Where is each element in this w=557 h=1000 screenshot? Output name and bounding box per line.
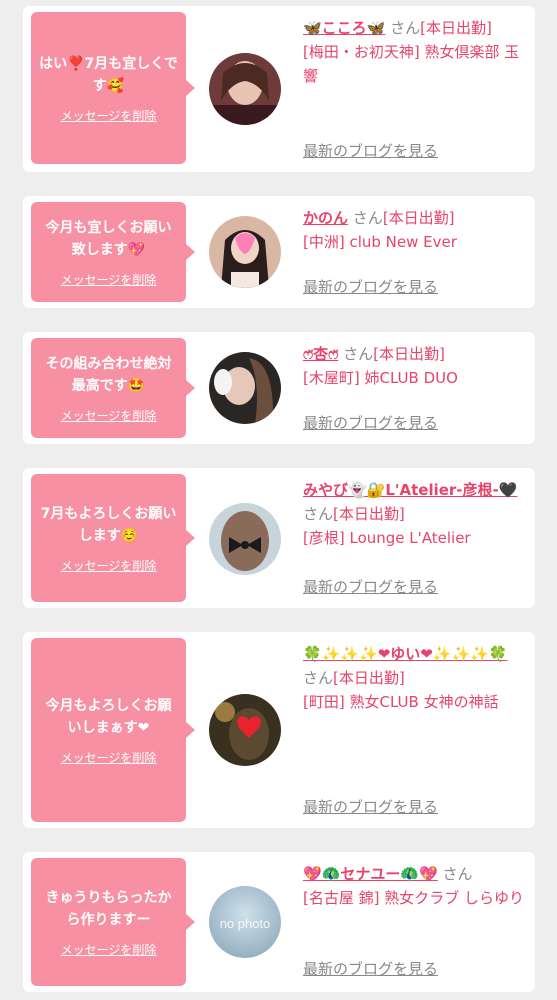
honorific: さん bbox=[303, 669, 334, 687]
cast-info: みやび👻🔐L'Atelier-彦根-🖤 さん[本日出勤] [彦根] Lounge… bbox=[303, 478, 527, 550]
delete-message-link[interactable]: メッセージを削除 bbox=[61, 407, 157, 424]
message-bubble: 今月もよろしくお願いしまぁす❤ メッセージを削除 bbox=[31, 638, 195, 822]
store-name: [町田] 熟女CLUB 女神の神話 bbox=[303, 693, 499, 711]
store-name: [木屋町] 姉CLUB DUO bbox=[303, 369, 458, 387]
cast-info: 🦋こころ🦋 さん[本日出勤] [梅田・お初天神] 熟女倶楽部 玉響 bbox=[303, 16, 527, 88]
cast-name-link[interactable]: ෆ̈杏ෆ̈ bbox=[303, 345, 338, 363]
delete-message-link[interactable]: メッセージを削除 bbox=[61, 271, 157, 288]
store-name: [中洲] club New Ever bbox=[303, 233, 457, 251]
avatar-photo bbox=[209, 352, 281, 424]
cast-info: ෆ̈杏ෆ̈ さん[本日出勤] [木屋町] 姉CLUB DUO bbox=[303, 342, 527, 390]
message-text: きゅうりもらったから作りますー bbox=[45, 889, 172, 928]
honorific: さん bbox=[303, 505, 334, 523]
message-text: 今月もよろしくお願いしまぁす❤ bbox=[45, 697, 172, 736]
message-text: はい❣️7月も宜しくです🥰 bbox=[39, 55, 178, 94]
cast-name-link[interactable]: かのん bbox=[303, 209, 348, 227]
latest-blog-link[interactable]: 最新のブログを見る bbox=[303, 412, 438, 433]
message-bubble: 今月も宜しくお願い致します💖 メッセージを削除 bbox=[31, 202, 195, 302]
status-badge: [本日出勤] bbox=[333, 505, 405, 523]
store-name: [名古屋 錦] 熟女クラブ しらゆり bbox=[303, 889, 525, 907]
cast-info: 💖🦚セナユー🦚💖 さん [名古屋 錦] 熟女クラブ しらゆり bbox=[303, 862, 527, 910]
honorific: さん bbox=[442, 865, 473, 883]
message-bubble: はい❣️7月も宜しくです🥰 メッセージを削除 bbox=[31, 12, 195, 164]
avatar[interactable] bbox=[209, 694, 281, 766]
message-card: その組み合わせ絶対最高です🤩 メッセージを削除 ෆ̈杏ෆ̈ さん[本日出勤] [… bbox=[23, 332, 535, 444]
message-card: 7月もよろしくお願いします☺️ メッセージを削除 みやび👻🔐L'Atelier-… bbox=[23, 468, 535, 608]
latest-blog-link[interactable]: 最新のブログを見る bbox=[303, 276, 438, 297]
avatar[interactable]: no photo bbox=[209, 886, 281, 958]
message-bubble: きゅうりもらったから作りますー メッセージを削除 bbox=[31, 858, 195, 986]
honorific: さん bbox=[390, 19, 421, 37]
message-bubble: 7月もよろしくお願いします☺️ メッセージを削除 bbox=[31, 474, 195, 602]
cast-info: かのん さん[本日出勤] [中洲] club New Ever bbox=[303, 206, 527, 254]
status-badge: [本日出勤] bbox=[333, 669, 405, 687]
message-text: 今月も宜しくお願い致します💖 bbox=[45, 219, 172, 258]
message-card: 今月も宜しくお願い致します💖 メッセージを削除 かのん さん[本日出勤] [中洲… bbox=[23, 196, 535, 308]
avatar-photo bbox=[209, 53, 281, 125]
avatar[interactable] bbox=[209, 216, 281, 288]
avatar-photo bbox=[209, 216, 281, 288]
avatar[interactable] bbox=[209, 53, 281, 125]
avatar-photo bbox=[209, 503, 281, 575]
store-name: [彦根] Lounge L'Atelier bbox=[303, 529, 471, 547]
cast-name-link[interactable]: 🍀✨✨✨❤ゆい❤✨✨✨🍀 bbox=[303, 645, 508, 663]
honorific: さん bbox=[343, 345, 374, 363]
cast-name-link[interactable]: 💖🦚セナユー🦚💖 bbox=[303, 865, 438, 883]
message-text: その組み合わせ絶対最高です🤩 bbox=[45, 355, 172, 394]
delete-message-link[interactable]: メッセージを削除 bbox=[61, 749, 157, 766]
delete-message-link[interactable]: メッセージを削除 bbox=[61, 941, 157, 958]
avatar[interactable] bbox=[209, 503, 281, 575]
message-card: きゅうりもらったから作りますー メッセージを削除 no photo 💖🦚セナユー… bbox=[23, 852, 535, 992]
message-text: 7月もよろしくお願いします☺️ bbox=[40, 505, 177, 544]
status-badge: [本日出勤] bbox=[373, 345, 445, 363]
message-card: はい❣️7月も宜しくです🥰 メッセージを削除 🦋こころ🦋 さん[本日出勤] [梅… bbox=[23, 6, 535, 172]
cast-name-link[interactable]: みやび👻🔐L'Atelier-彦根-🖤 bbox=[303, 481, 517, 499]
delete-message-link[interactable]: メッセージを削除 bbox=[61, 557, 157, 574]
avatar-photo bbox=[209, 694, 281, 766]
delete-message-link[interactable]: メッセージを削除 bbox=[61, 107, 157, 124]
honorific: さん bbox=[352, 209, 383, 227]
latest-blog-link[interactable]: 最新のブログを見る bbox=[303, 576, 438, 597]
latest-blog-link[interactable]: 最新のブログを見る bbox=[303, 958, 438, 979]
message-feed: はい❣️7月も宜しくです🥰 メッセージを削除 🦋こころ🦋 さん[本日出勤] [梅… bbox=[0, 0, 557, 1000]
message-card: 今月もよろしくお願いしまぁす❤ メッセージを削除 🍀✨✨✨❤ゆい❤✨✨✨🍀 さん… bbox=[23, 632, 535, 828]
latest-blog-link[interactable]: 最新のブログを見る bbox=[303, 140, 438, 161]
store-name: [梅田・お初天神] 熟女倶楽部 玉響 bbox=[303, 43, 520, 85]
status-badge: [本日出勤] bbox=[382, 209, 455, 227]
message-bubble: その組み合わせ絶対最高です🤩 メッセージを削除 bbox=[31, 338, 195, 438]
latest-blog-link[interactable]: 最新のブログを見る bbox=[303, 796, 438, 817]
status-badge: [本日出勤] bbox=[420, 19, 492, 37]
cast-name-link[interactable]: 🦋こころ🦋 bbox=[303, 19, 385, 37]
cast-info: 🍀✨✨✨❤ゆい❤✨✨✨🍀 さん[本日出勤] [町田] 熟女CLUB 女神の神話 bbox=[303, 642, 527, 714]
avatar[interactable] bbox=[209, 352, 281, 424]
no-photo-label: no photo bbox=[220, 916, 271, 931]
avatar-photo: no photo bbox=[209, 886, 281, 958]
